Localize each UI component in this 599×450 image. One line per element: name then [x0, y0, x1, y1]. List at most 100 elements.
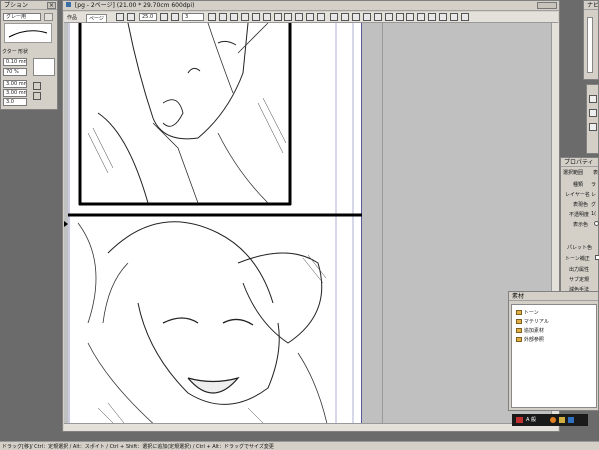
prop-type-label: 種類 [573, 182, 584, 188]
document-title: [pg - 2ページ] (21.00 * 29.70cm 600dpi) [63, 1, 559, 11]
tree-item-external-label: 外部参照 [523, 337, 544, 343]
width-field[interactable]: 3.00 mm [3, 80, 27, 88]
document-window: [pg - 2ページ] (21.00 * 29.70cm 600dpi) 作品 … [62, 0, 560, 432]
prop-output-label: 出力属性 [569, 267, 590, 273]
layer-icon-3[interactable] [589, 123, 597, 131]
guide-icon[interactable] [306, 13, 315, 21]
navigator-panel: ナビゲ [583, 0, 599, 80]
pressure-icon[interactable] [33, 92, 41, 100]
hand-tool-icon[interactable] [428, 13, 437, 21]
tab-selection[interactable]: 選択範囲 [563, 169, 583, 176]
layer-icon-1[interactable] [589, 95, 597, 103]
tree-item-added-label: 追加素材 [523, 328, 544, 334]
navigator-slider[interactable] [587, 17, 593, 73]
window-buttons[interactable] [537, 2, 557, 9]
text-tool-icon[interactable] [395, 13, 404, 21]
stroke-preview [4, 23, 52, 43]
prop-layer-name-value[interactable]: レ [591, 191, 596, 198]
page-settings-icon[interactable] [126, 13, 135, 21]
material-tree: トーン マテリアル 追加素材 外部参照 [511, 304, 597, 408]
next-page-icon[interactable] [229, 13, 238, 21]
tree-item-external[interactable]: 外部参照 [516, 336, 544, 343]
ime-icon-3[interactable] [559, 417, 565, 423]
ime-mode-label[interactable]: A 般 [526, 416, 536, 423]
canvas-area[interactable] [64, 23, 558, 423]
last-page-icon[interactable] [240, 13, 249, 21]
ime-taskbar: A 般 [512, 414, 588, 426]
document-icon [66, 2, 71, 7]
page-number-field[interactable]: 3 [182, 13, 204, 21]
brush-tool-icon[interactable] [340, 13, 349, 21]
option-tabs: クター 形状 [1, 47, 59, 55]
document-title-text: [pg - 2ページ] (21.00 * 29.70cm 600dpi) [74, 2, 195, 9]
status-text: ドラッグ[移]/ Ctrl：定規選択 / Alt：スポイト / Ctrl + S… [2, 444, 274, 450]
toolbar-icons-left [116, 13, 136, 21]
actual-size-icon[interactable] [262, 13, 271, 21]
curve-icon[interactable] [33, 82, 41, 90]
toolbar-icons-far [330, 13, 470, 21]
zoom-tool-icon[interactable] [439, 13, 448, 21]
ruler-icon[interactable] [295, 13, 304, 21]
tab-work[interactable]: 作品 [67, 14, 77, 21]
folder-icon [516, 310, 522, 315]
tone-tool-icon[interactable] [351, 13, 360, 21]
prop-tone-checkbox[interactable] [595, 255, 599, 260]
tree-item-added[interactable]: 追加素材 [516, 327, 544, 334]
pen-tool-icon[interactable] [330, 13, 338, 21]
prop-opacity-value[interactable]: 1( [591, 211, 596, 217]
page-marker-icon [64, 221, 68, 227]
close-icon[interactable]: × [47, 2, 56, 9]
tree-item-tone[interactable]: トーン [516, 309, 539, 316]
ime-icon-2[interactable] [550, 417, 556, 423]
material-panel: 素材 トーン マテリアル 追加素材 外部参照 [508, 291, 599, 411]
layer-icon-2[interactable] [589, 109, 597, 117]
new-page-icon[interactable] [116, 13, 124, 21]
frame-tool-icon[interactable] [406, 13, 415, 21]
tab-vector[interactable]: クター [2, 48, 17, 55]
select-tool-icon[interactable] [373, 13, 382, 21]
toolbar-icons-right [208, 13, 326, 21]
zoom-field[interactable]: 25.0 [139, 13, 157, 21]
layer-panel-strip [586, 84, 599, 154]
ime-icon-4[interactable] [568, 417, 574, 423]
prop-display-color-radio[interactable] [594, 221, 599, 226]
layer-view-icon[interactable] [317, 13, 326, 21]
settings-icon[interactable] [461, 13, 470, 21]
grid-icon[interactable] [284, 13, 293, 21]
curve-field[interactable]: 3.0 [3, 98, 27, 106]
navigator-title: ナビゲ [584, 1, 598, 10]
size-field[interactable]: 0.10 mm [3, 58, 27, 66]
canvas-guide-line [382, 23, 383, 423]
rotate-right-icon[interactable] [170, 13, 179, 21]
tab-display[interactable]: 表 [593, 169, 598, 176]
folder-icon [516, 328, 522, 333]
tab-page[interactable]: ページ [86, 14, 107, 23]
first-page-icon[interactable] [208, 13, 216, 21]
tool-option-panel: プション × グレー用 クター 形状 0.10 mm 70 % 3.00 mm … [0, 0, 58, 110]
prop-tone-label: トーン補正 [565, 256, 590, 262]
horizontal-scrollbar[interactable] [64, 423, 558, 431]
brush-menu-icon[interactable] [44, 13, 53, 21]
eyedropper-tool-icon[interactable] [450, 13, 459, 21]
prop-layer-name-label: レイヤー名 [565, 192, 590, 198]
toolbar-icons-mid [160, 13, 180, 21]
tab-shape[interactable]: 形状 [18, 48, 28, 55]
opacity-field[interactable]: 70 % [3, 68, 27, 76]
eraser-tool-icon[interactable] [362, 13, 371, 21]
rotate-left-icon[interactable] [160, 13, 168, 21]
prev-page-icon[interactable] [218, 13, 227, 21]
fill-tool-icon[interactable] [384, 13, 393, 21]
prop-palette-label: パレット色 [567, 245, 593, 251]
ime-icon-1[interactable] [516, 417, 523, 423]
prop-color-value[interactable]: グ [591, 201, 596, 208]
navigator-icon[interactable] [273, 13, 282, 21]
prop-type-value: ラ [591, 182, 597, 188]
manga-page[interactable] [68, 23, 362, 423]
min-width-field[interactable]: 3.00 mm [3, 89, 27, 97]
fit-window-icon[interactable] [251, 13, 260, 21]
brush-name-field[interactable]: グレー用 [3, 13, 41, 21]
properties-panel: プロパティ 選択範囲 表 種類 ラ レイヤー名 レ 表現色 グ 不透明度 1( … [560, 157, 599, 297]
ruler-tool-icon[interactable] [417, 13, 426, 21]
tree-item-material[interactable]: マテリアル [516, 318, 549, 325]
tree-item-material-label: マテリアル [523, 319, 549, 325]
